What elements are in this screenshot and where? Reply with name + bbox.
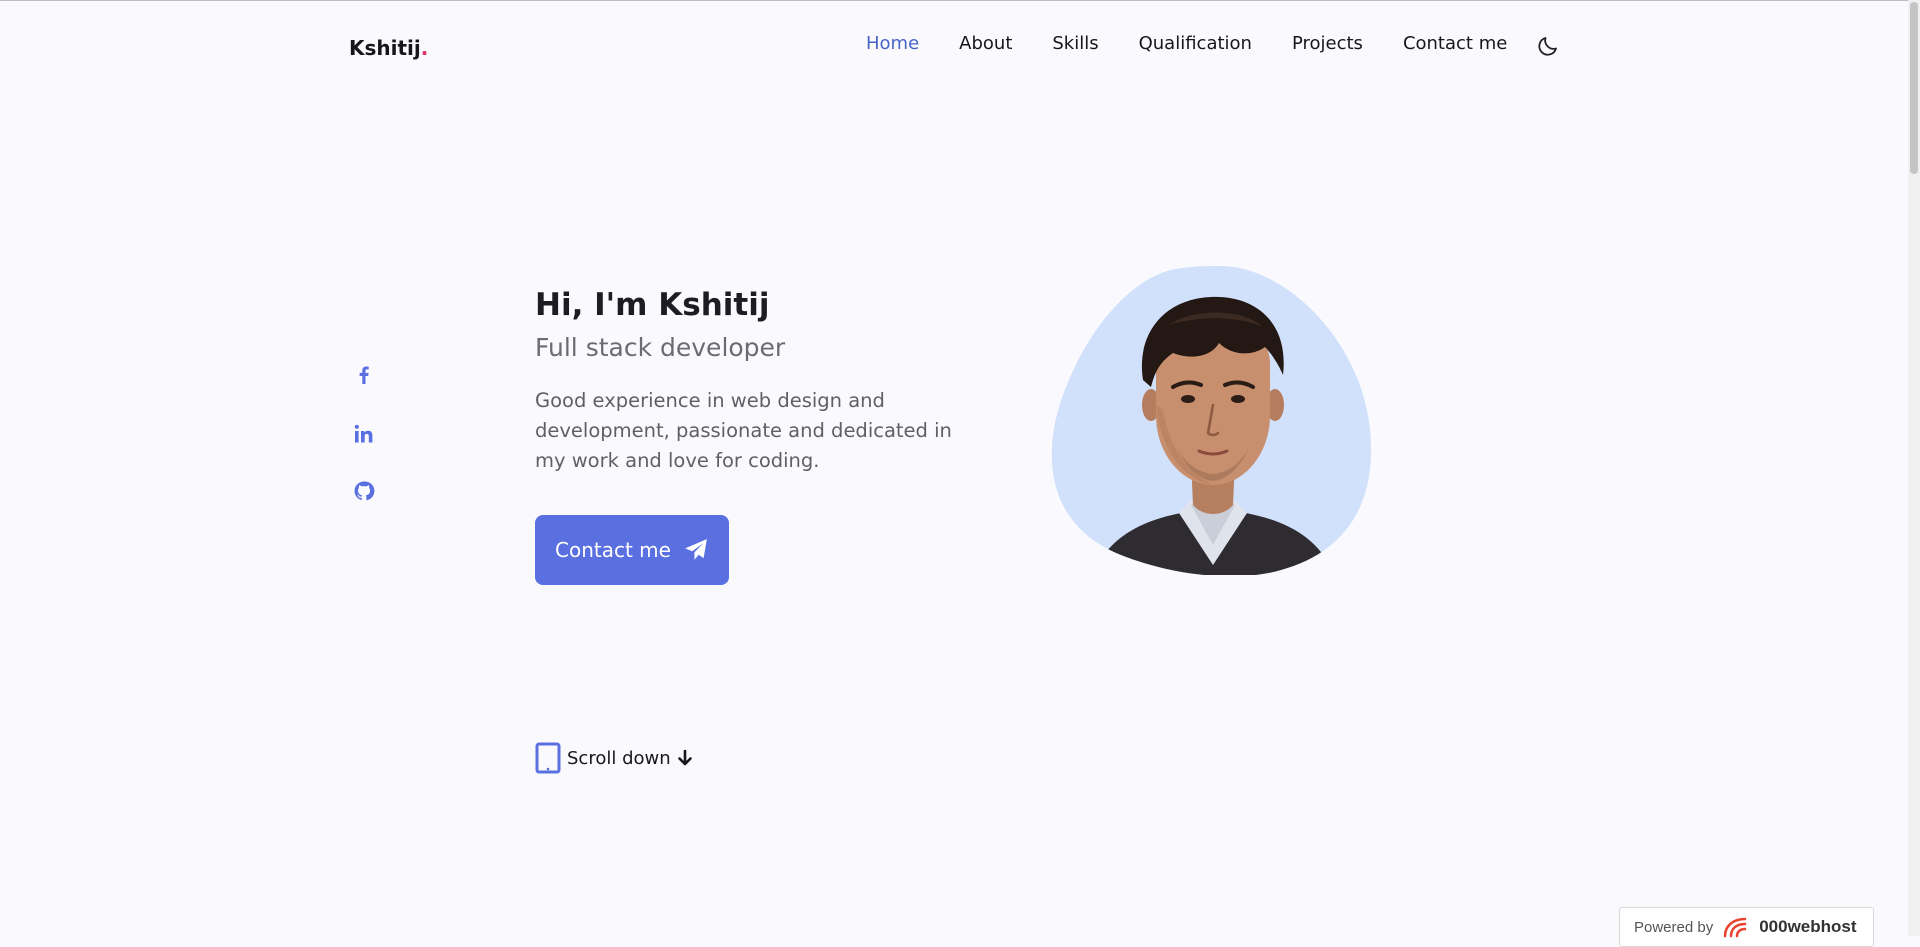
powered-by-label: Powered by	[1634, 918, 1714, 936]
hero-description: Good experience in web design and develo…	[535, 389, 952, 472]
github-icon[interactable]	[352, 479, 376, 503]
arrow-down-icon	[677, 749, 692, 766]
contact-button-label: Contact me	[555, 538, 671, 562]
hero-title: Hi, I'm Kshitij	[535, 287, 770, 323]
webhost-logo-icon	[1723, 917, 1747, 938]
moon-icon[interactable]	[1536, 34, 1560, 58]
powered-by-badge[interactable]: Powered by 000webhost	[1619, 907, 1874, 947]
mouse-icon	[535, 742, 561, 774]
main-nav: Home About Skills Qualification Projects…	[866, 33, 1507, 54]
nav-home[interactable]: Home	[866, 33, 919, 54]
scrollbar-thumb[interactable]	[1910, 2, 1918, 174]
nav-contact[interactable]: Contact me	[1403, 33, 1507, 54]
contact-me-button[interactable]: Contact me	[535, 515, 729, 585]
nav-skills[interactable]: Skills	[1052, 33, 1098, 54]
powered-by-brand: 000webhost	[1759, 917, 1857, 936]
profile-image	[1051, 265, 1373, 575]
scroll-down-label: Scroll down	[567, 747, 671, 769]
hero-subtitle: Full stack developer	[535, 333, 786, 362]
top-border	[0, 0, 1920, 1]
nav-projects[interactable]: Projects	[1292, 33, 1363, 54]
logo-text: Kshitij	[349, 36, 421, 60]
nav-about[interactable]: About	[959, 33, 1012, 54]
linkedin-icon[interactable]	[352, 422, 376, 446]
facebook-icon[interactable]	[352, 363, 376, 387]
logo-dot: .	[420, 36, 429, 60]
nav-qualification[interactable]: Qualification	[1139, 33, 1252, 54]
site-logo[interactable]: Kshitij.	[349, 36, 428, 60]
scroll-down-link[interactable]: Scroll down	[535, 742, 693, 774]
send-icon	[685, 539, 707, 560]
scrollbar-track[interactable]	[1908, 0, 1920, 936]
